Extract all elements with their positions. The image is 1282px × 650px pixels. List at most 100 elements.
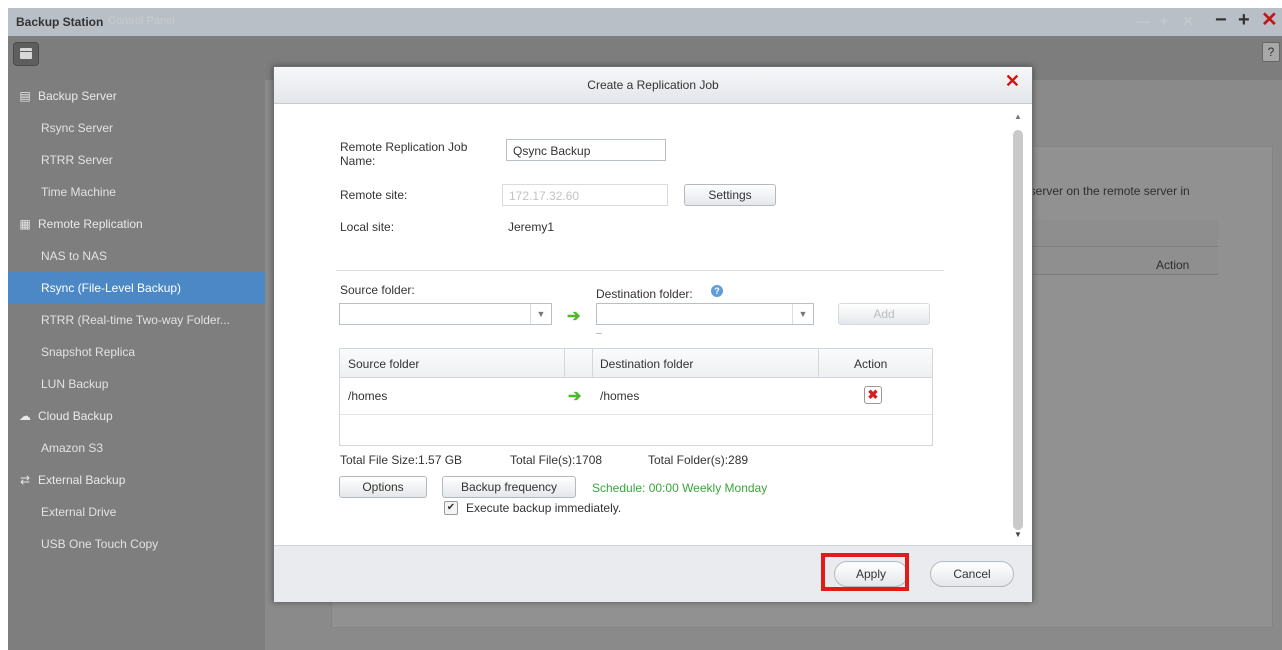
minimize-button[interactable]: −: [1215, 10, 1227, 30]
table-header: Source folder Destination folder Action: [340, 349, 932, 378]
sidebar-item-rtrr[interactable]: RTRR (Real-time Two-way Folder...: [8, 304, 265, 336]
folder-pair-table: Source folder Destination folder Action …: [339, 348, 933, 446]
sidebar-section-external-backup[interactable]: ⇄ External Backup: [8, 464, 275, 496]
delete-icon[interactable]: ✖: [864, 386, 882, 404]
sidebar-section-backup-server[interactable]: ▤ Backup Server: [8, 80, 275, 112]
remote-site-input[interactable]: 172.17.32.60: [502, 184, 668, 206]
sidebar-item-rsync-file-level-backup[interactable]: Rsync (File-Level Backup): [8, 272, 265, 304]
sidebar-item-lun-backup[interactable]: LUN Backup: [8, 368, 265, 400]
sidebar-item-nas-to-nas[interactable]: NAS to NAS: [8, 240, 265, 272]
column-header-destination: Destination folder: [600, 357, 694, 371]
scroll-track[interactable]: [1013, 130, 1023, 530]
row-source-folder: /homes: [348, 389, 388, 403]
close-window-button[interactable]: ✕: [1261, 10, 1278, 30]
sidebar-item-label: Amazon S3: [41, 441, 104, 455]
cancel-button[interactable]: Cancel: [930, 561, 1014, 587]
column-header-action: Action: [854, 357, 888, 371]
sidebar-item-label: Snapshot Replica: [41, 345, 136, 359]
schedule-text: Schedule: 00:00 Weekly Monday: [592, 481, 768, 495]
replication-icon: ▦: [19, 217, 31, 231]
sidebar-item-label: USB One Touch Copy: [41, 537, 159, 551]
sidebar-section-remote-replication[interactable]: ▦ Remote Replication: [8, 208, 275, 240]
sidebar-item-label: RTRR (Real-time Two-way Folder...: [41, 313, 230, 327]
sidebar-item-label: Cloud Backup: [38, 409, 113, 423]
destination-folder-label: Destination folder:: [596, 287, 693, 301]
job-name-input[interactable]: Qsync Backup: [506, 139, 666, 161]
sync-icon: ⇄: [19, 473, 31, 487]
app-title: Backup Station: [16, 15, 104, 29]
dialog-body: Remote Replication Job Name: Qsync Backu…: [274, 104, 1032, 544]
sidebar-item-external-drive[interactable]: External Drive: [8, 496, 265, 528]
local-site-label: Local site:: [340, 220, 395, 234]
sidebar-item-snapshot-replica[interactable]: Snapshot Replica: [8, 336, 265, 368]
background-window-title: Control Panel: [108, 15, 175, 27]
column-header-source: Source folder: [348, 357, 420, 371]
sidebar-item-rtrr-server[interactable]: RTRR Server: [8, 144, 265, 176]
sidebar-item-label: LUN Backup: [41, 377, 109, 391]
sidebar-item-amazon-s3[interactable]: Amazon S3: [8, 432, 265, 464]
main-menu-button[interactable]: [13, 42, 39, 66]
dialog-close-icon[interactable]: ✕: [1005, 71, 1020, 92]
destination-folder-hint: –: [596, 328, 602, 339]
arrow-right-icon: ➔: [567, 308, 581, 325]
add-button[interactable]: Add: [838, 303, 930, 325]
window-icon: [20, 48, 32, 59]
backup-frequency-button[interactable]: Backup frequency: [442, 476, 576, 498]
help-button[interactable]: ?: [1262, 42, 1280, 62]
sidebar-item-label: Remote Replication: [38, 217, 143, 231]
table-row[interactable]: /homes ➔ /homes ✖: [340, 378, 932, 415]
source-folder-label: Source folder:: [340, 283, 415, 297]
total-folders: Total Folder(s):289: [648, 453, 749, 467]
destination-folder-select[interactable]: ▼: [596, 303, 814, 325]
background-minimize-icon: —: [1136, 13, 1150, 29]
cloud-icon: ☁: [19, 409, 31, 423]
scroll-up-icon[interactable]: ▲: [1014, 112, 1022, 121]
total-files: Total File(s):1708: [510, 453, 603, 467]
sidebar-item-rsync-server[interactable]: Rsync Server: [8, 112, 265, 144]
chevron-down-icon: ▼: [530, 304, 551, 324]
sidebar-item-label: Backup Server: [38, 89, 117, 103]
background-close-icon: ✕: [1182, 13, 1194, 29]
chevron-down-icon: ▼: [792, 304, 813, 324]
column-divider: [564, 349, 565, 377]
maximize-button[interactable]: +: [1238, 10, 1250, 30]
execute-immediately-checkbox[interactable]: ✔: [444, 501, 458, 515]
sidebar-item-label: Rsync Server: [41, 121, 114, 135]
sidebar-item-label: Rsync (File-Level Backup): [41, 281, 182, 295]
sidebar-item-usb-one-touch-copy[interactable]: USB One Touch Copy: [8, 528, 265, 560]
job-name-label: Remote Replication Job Name:: [340, 140, 468, 168]
local-site-value: Jeremy1: [508, 220, 555, 234]
background-maximize-icon: +: [1160, 13, 1169, 29]
help-icon[interactable]: ?: [711, 285, 723, 297]
settings-button[interactable]: Settings: [684, 184, 776, 206]
create-replication-job-dialog: Create a Replication Job ✕ Remote Replic…: [273, 66, 1033, 602]
section-divider: [336, 270, 944, 271]
remote-site-label: Remote site:: [340, 188, 408, 202]
job-table-toolbar: [1028, 220, 1218, 247]
server-icon: ▤: [19, 89, 31, 103]
source-folder-select[interactable]: ▼: [339, 303, 552, 325]
sidebar-item-label: Time Machine: [41, 185, 116, 199]
sidebar-section-cloud-backup[interactable]: ☁ Cloud Backup: [8, 400, 275, 432]
apply-highlight-box: [821, 553, 909, 591]
execute-immediately-label: Execute backup immediately.: [466, 501, 622, 515]
sidebar-item-label: RTRR Server: [41, 153, 113, 167]
scroll-down-icon[interactable]: ▼: [1014, 530, 1022, 539]
sidebar-item-label: NAS to NAS: [41, 249, 108, 263]
dialog-scrollbar[interactable]: ▲ ▼: [1010, 112, 1024, 540]
row-destination-folder: /homes: [600, 389, 640, 403]
total-file-size: Total File Size:1.57 GB: [340, 453, 463, 467]
action-column-header: Action: [1156, 258, 1190, 272]
sidebar-item-time-machine[interactable]: Time Machine: [8, 176, 265, 208]
title-bar: Backup Station Control Panel — + ✕ − + ✕: [8, 8, 1282, 36]
page-description: : server on the remote server in: [1023, 184, 1190, 198]
dialog-title: Create a Replication Job: [587, 78, 719, 92]
column-divider: [818, 349, 819, 377]
dialog-footer: Apply Cancel: [274, 545, 1032, 602]
sidebar-item-label: External Drive: [41, 505, 117, 519]
sidebar-item-label: External Backup: [38, 473, 126, 487]
column-divider: [592, 349, 593, 377]
options-button[interactable]: Options: [339, 476, 427, 498]
sidebar: ▤ Backup Server Rsync Server RTRR Server …: [8, 80, 265, 650]
job-table-header: [1028, 248, 1218, 275]
